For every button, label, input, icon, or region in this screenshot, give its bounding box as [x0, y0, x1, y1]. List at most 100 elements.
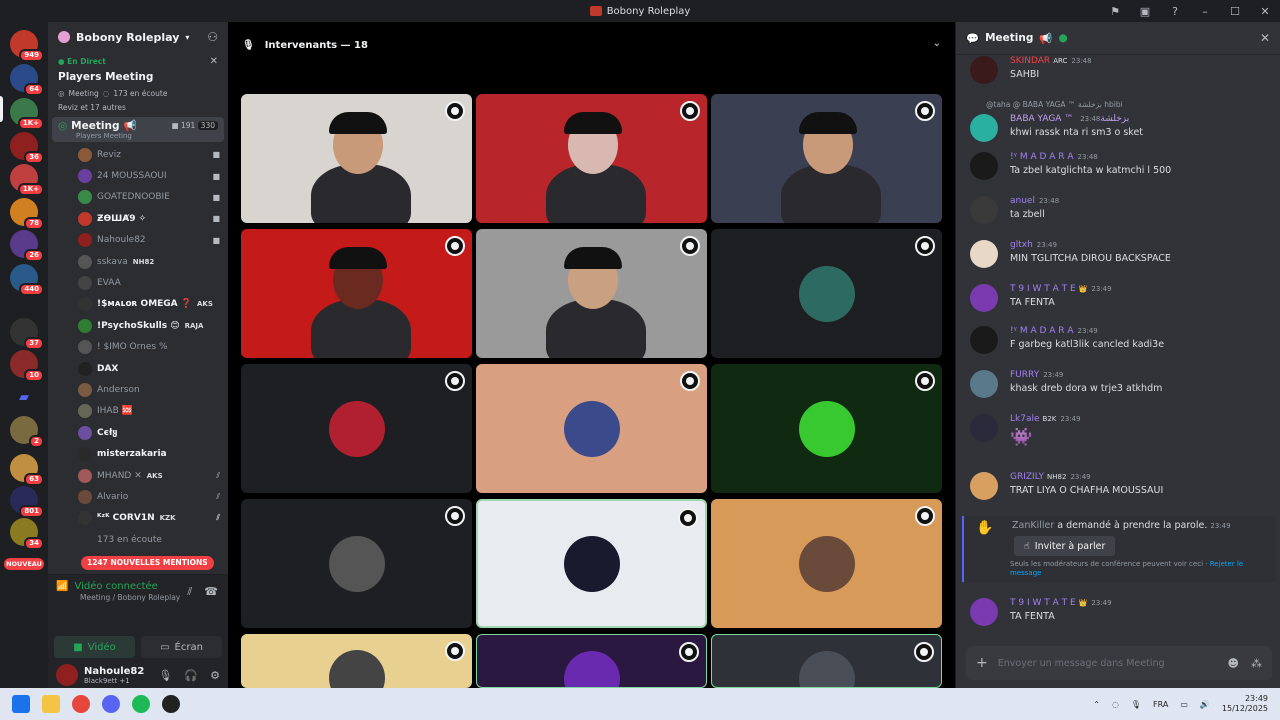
avatar[interactable] [970, 284, 998, 312]
avatar[interactable] [970, 240, 998, 268]
message-author[interactable]: T 9 I W T A T E [1010, 284, 1076, 294]
chrome-icon[interactable] [72, 695, 90, 713]
maximize-button[interactable]: ☐ [1220, 5, 1250, 18]
close-icon[interactable]: ✕ [210, 56, 218, 67]
message-author[interactable]: BABA YAGA ™ بزخلشة [1010, 114, 1129, 124]
member-item[interactable]: ᴷᶻᴷ CORV1N KZK ⫽ [48, 508, 228, 529]
clock[interactable]: 23:49 15/12/2025 [1222, 694, 1268, 714]
avatar[interactable] [970, 114, 998, 142]
member-item[interactable]: !$ᴍᴀʟᴏʀ OMEGA ❓ AKS [48, 294, 228, 315]
server-header[interactable]: Bobony Roleplay ▾ ⚇ [48, 22, 228, 52]
server-icon[interactable]: 1K+ [10, 164, 44, 196]
member-item[interactable]: IHAB 🆘 [48, 401, 228, 422]
server-icon[interactable]: 10 [10, 350, 44, 382]
minimize-button[interactable]: – [1190, 5, 1220, 18]
invite-to-speak-button[interactable]: ☝ Inviter à parler [1014, 536, 1116, 556]
message-author[interactable]: gltxh [1010, 240, 1033, 250]
inbox-icon[interactable]: ⚑ [1100, 5, 1130, 18]
help-icon[interactable]: ? [1160, 5, 1190, 18]
member-item[interactable]: Anderson [48, 379, 228, 400]
live-stage-card[interactable]: ● En Direct ✕ Players Meeting ◎ Meeting ◌ 17… [48, 52, 228, 112]
member-item[interactable]: Cєłყ [48, 422, 228, 443]
participant-tile[interactable] [476, 634, 707, 688]
avatar[interactable] [970, 152, 998, 180]
file-explorer-icon[interactable] [42, 695, 60, 713]
message-author[interactable]: FURRY [1010, 370, 1039, 380]
microphone-icon[interactable]: 🎙 [1131, 700, 1141, 709]
server-icon[interactable]: 801 [10, 486, 44, 518]
avatar[interactable] [970, 326, 998, 354]
participant-tile[interactable] [711, 229, 942, 358]
member-item[interactable]: Nahoule82 ■ [48, 230, 228, 251]
new-mentions-pill[interactable]: 1247 NOUVELLES MENTIONS [81, 556, 214, 570]
participant-tile[interactable] [476, 94, 707, 223]
screen-icon[interactable]: ▣ [1130, 5, 1160, 18]
pin-icon[interactable] [445, 101, 465, 121]
member-item[interactable]: ! $IMO Ornes % [48, 337, 228, 358]
volume-icon[interactable]: 🔊 [1200, 700, 1210, 709]
participant-tile[interactable] [241, 634, 472, 688]
member-item[interactable]: EVAA [48, 272, 228, 293]
pin-icon[interactable] [445, 506, 465, 526]
noise-suppression-icon[interactable]: ⫽ [187, 585, 192, 599]
member-item[interactable]: GOATEDNOOBIE ■ [48, 187, 228, 208]
member-item[interactable]: 173 en écoute [48, 529, 228, 550]
member-item[interactable]: sskava NH82 [48, 251, 228, 272]
app-icon[interactable] [162, 695, 180, 713]
participant-tile[interactable] [711, 364, 942, 493]
participant-tile[interactable] [711, 634, 942, 688]
server-icon[interactable]: 64 [10, 64, 44, 96]
server-icon[interactable]: 34 [10, 518, 44, 550]
member-item[interactable]: Reviz ■ [48, 144, 228, 165]
settings-gear-icon[interactable]: ⚙ [210, 669, 220, 682]
pin-icon[interactable] [915, 506, 935, 526]
folder-icon[interactable]: ▰ [10, 384, 38, 412]
close-icon[interactable]: ✕ [1260, 31, 1270, 45]
participant-tile[interactable] [241, 229, 472, 358]
avatar[interactable] [970, 598, 998, 626]
new-unreads-pill[interactable]: NOUVEAU [4, 558, 44, 570]
message-author[interactable]: !ᵞ M A D A R A [1010, 326, 1074, 336]
message-author[interactable]: GRIZILY [1010, 472, 1044, 482]
add-member-icon[interactable]: ⚇ [207, 30, 218, 44]
member-item[interactable]: MHAND ✕ AKS ⫽ [48, 465, 228, 486]
pin-icon[interactable] [680, 236, 700, 256]
member-item[interactable]: ƵƟШȺ9 ✧ ■ [48, 208, 228, 229]
pin-icon[interactable] [679, 642, 699, 662]
message-author[interactable]: SKINDAR [1010, 56, 1050, 66]
pin-icon[interactable] [445, 641, 465, 661]
participant-tile[interactable] [476, 364, 707, 493]
pin-icon[interactable] [445, 236, 465, 256]
requester-name[interactable]: ZanKiller [1012, 520, 1054, 531]
server-icon[interactable]: 26 [10, 230, 44, 262]
avatar[interactable] [970, 414, 998, 442]
apps-icon[interactable]: ⁂ [1251, 657, 1262, 670]
video-toggle-button[interactable]: ■ Vidéo [54, 636, 135, 658]
pin-icon[interactable] [915, 236, 935, 256]
pin-icon[interactable] [445, 371, 465, 391]
reply-preview[interactable]: @taha @ BABA YAGA ™ بزخلشة hbibi [986, 100, 1123, 109]
pin-icon[interactable] [915, 371, 935, 391]
pin-icon[interactable] [680, 101, 700, 121]
network-icon[interactable]: ◌ [1112, 700, 1119, 709]
chevron-up-icon[interactable]: ⌃ [1093, 700, 1100, 709]
avatar[interactable] [970, 370, 998, 398]
headphones-icon[interactable]: 🎧 [184, 669, 198, 682]
avatar[interactable] [970, 56, 998, 84]
participant-tile[interactable] [241, 94, 472, 223]
member-item[interactable]: !PsychoSkulls 😊 RAJA [48, 315, 228, 336]
server-icon[interactable]: 78 [10, 198, 44, 230]
server-icon[interactable]: 37 [10, 318, 44, 350]
chevron-down-icon[interactable]: ⌄ [933, 38, 941, 49]
server-icon[interactable]: 949 [10, 30, 44, 62]
server-icon[interactable]: 36 [10, 132, 44, 164]
participant-tile[interactable] [476, 229, 707, 358]
emoji-icon[interactable]: ☻ [1228, 657, 1239, 670]
screen-share-button[interactable]: ▭ Écran [141, 636, 222, 658]
participant-tile[interactable] [241, 499, 472, 628]
member-item[interactable]: misterzakaria [48, 443, 228, 464]
message-author[interactable]: anuel [1010, 196, 1035, 206]
display-icon[interactable]: ▭ [1180, 700, 1188, 709]
close-window-button[interactable]: ✕ [1250, 5, 1280, 18]
server-icon[interactable]: 63 [10, 454, 44, 486]
